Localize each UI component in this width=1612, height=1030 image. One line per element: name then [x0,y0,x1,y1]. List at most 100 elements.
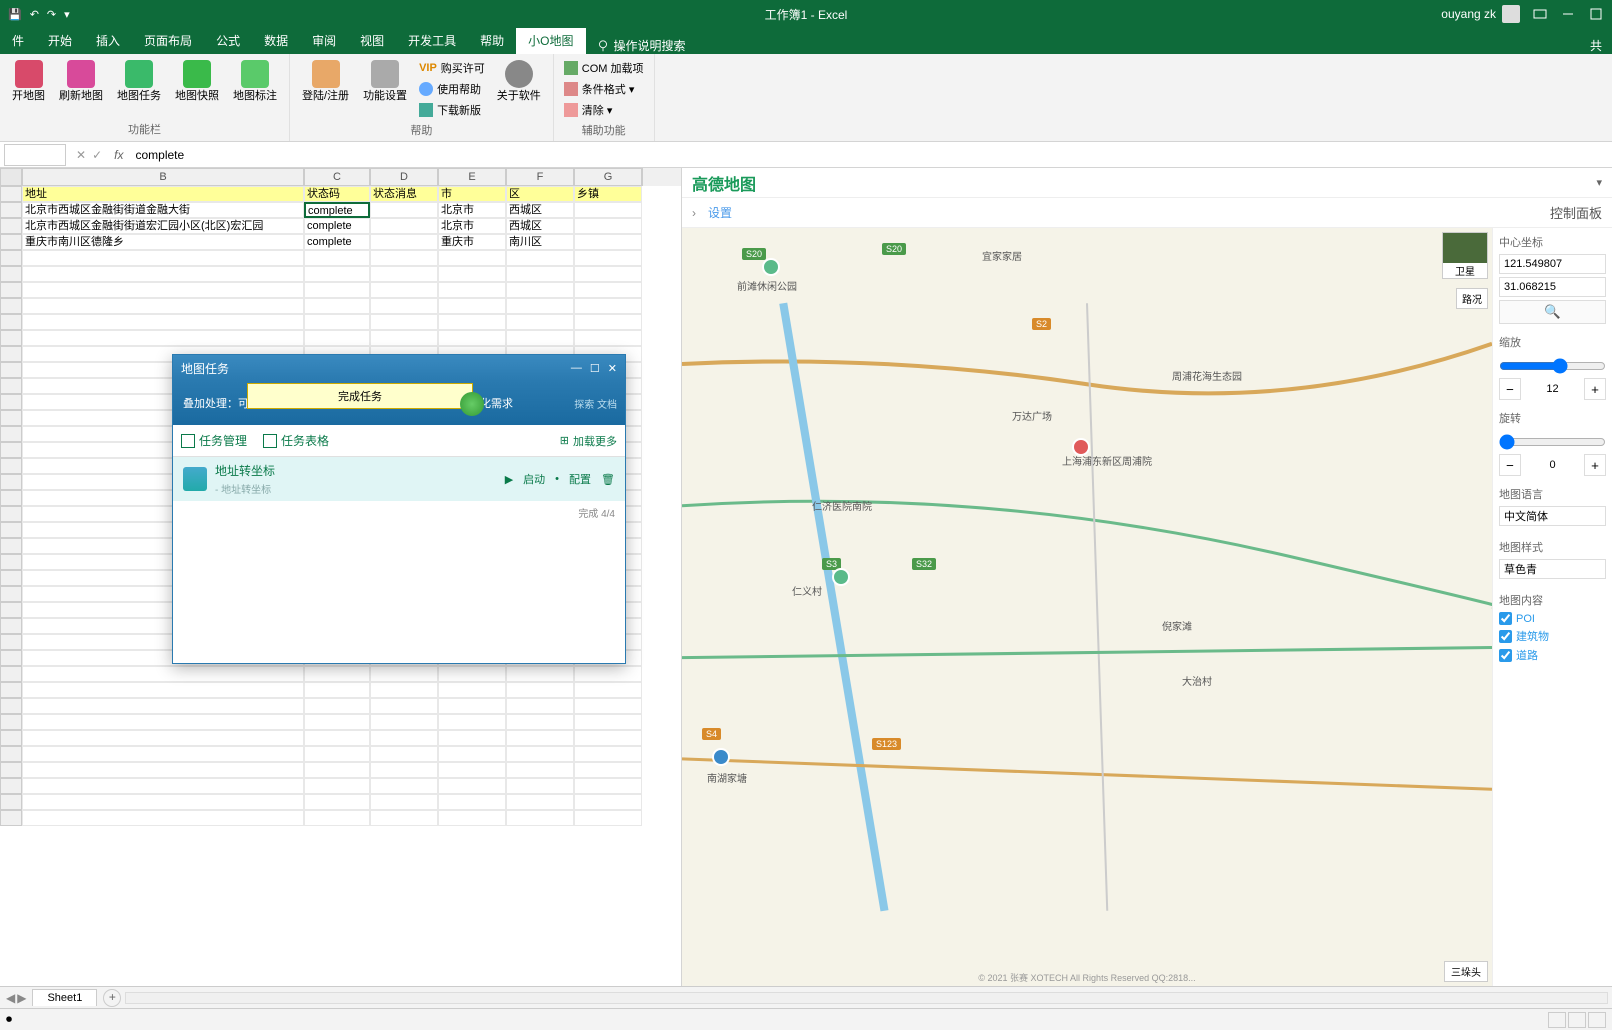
row-header[interactable] [0,266,22,282]
map-canvas[interactable]: S20 S20 S2 S32 S3 S4 S123 前滩休闲公园 宜家家居 周浦… [682,228,1492,986]
cell[interactable] [574,746,642,762]
redo-icon[interactable]: ↷ [47,8,56,21]
open-map-button[interactable]: 开地图 [8,58,49,105]
row-header[interactable] [0,762,22,778]
cell[interactable] [304,762,370,778]
cell[interactable] [438,314,506,330]
cell[interactable]: 北京市西城区金融街街道金融大街 [22,202,304,218]
cell[interactable]: 西城区 [506,218,574,234]
refresh-map-button[interactable]: 刷新地图 [55,58,107,105]
cell[interactable] [506,762,574,778]
cell[interactable] [304,330,370,346]
dialog-maximize-icon[interactable]: ☐ [590,362,600,375]
cell[interactable] [506,266,574,282]
clear-button[interactable]: 清除 ▾ [562,100,646,120]
cell[interactable] [506,298,574,314]
cell[interactable] [438,666,506,682]
sheet-next-icon[interactable]: ▶ [17,991,26,1005]
row-header[interactable] [0,330,22,346]
style-select[interactable] [1499,559,1606,579]
row-header[interactable] [0,298,22,314]
cell[interactable] [438,298,506,314]
tab-task-manage[interactable]: 任务管理 [181,432,247,449]
page-break-icon[interactable] [1588,1012,1606,1028]
row-header[interactable] [0,586,22,602]
cell[interactable]: 北京市 [438,218,506,234]
cell[interactable] [574,778,642,794]
lang-select[interactable] [1499,506,1606,526]
cell[interactable]: 重庆市南川区德隆乡 [22,234,304,250]
cell[interactable] [574,202,642,218]
cell[interactable] [370,794,438,810]
cell[interactable] [22,266,304,282]
row-header[interactable] [0,778,22,794]
cell[interactable] [574,234,642,250]
tab-help[interactable]: 帮助 [468,27,516,54]
record-macro-icon[interactable]: ⏺ [6,1012,12,1027]
row-header[interactable] [0,746,22,762]
longitude-input[interactable] [1499,254,1606,274]
undo-icon[interactable]: ↶ [30,8,39,21]
use-help-button[interactable]: 使用帮助 [417,79,487,99]
cell[interactable] [438,266,506,282]
cell[interactable] [574,682,642,698]
cell[interactable] [574,698,642,714]
cell[interactable] [506,314,574,330]
buy-license-button[interactable]: VIP购买许可 [417,58,487,78]
row-header[interactable] [0,570,22,586]
cell[interactable] [370,698,438,714]
cell[interactable] [574,730,642,746]
formula-input[interactable] [129,148,1612,162]
tab-data[interactable]: 数据 [252,27,300,54]
cell[interactable] [22,778,304,794]
cell[interactable] [438,746,506,762]
cell[interactable] [574,282,642,298]
cell[interactable] [370,762,438,778]
poi-park-icon[interactable] [832,568,850,586]
rotate-ccw-button[interactable]: − [1499,454,1521,476]
tab-xiao-o-map[interactable]: 小O地图 [516,27,585,54]
cell[interactable] [438,762,506,778]
cell[interactable] [574,298,642,314]
row-header[interactable] [0,410,22,426]
page-layout-icon[interactable] [1568,1012,1586,1028]
cell[interactable] [506,730,574,746]
about-button[interactable]: 关于软件 [493,58,545,105]
cell[interactable] [304,730,370,746]
cell[interactable] [304,778,370,794]
cell[interactable] [438,778,506,794]
cell[interactable] [438,794,506,810]
sheet-nav[interactable]: ◀▶ [0,991,32,1005]
row-header[interactable] [0,362,22,378]
row-header[interactable] [0,810,22,826]
maximize-icon[interactable] [1588,6,1604,22]
cell[interactable] [574,714,642,730]
traffic-toggle[interactable]: 路况 [1456,288,1488,309]
latitude-input[interactable] [1499,277,1606,297]
cell[interactable] [304,682,370,698]
cell[interactable] [370,266,438,282]
row-header[interactable] [0,186,22,202]
horizontal-scrollbar[interactable] [125,992,1608,1004]
cell[interactable] [370,234,438,250]
cell[interactable]: 西城区 [506,202,574,218]
cell[interactable] [370,730,438,746]
cell[interactable] [304,746,370,762]
cell[interactable] [304,698,370,714]
cell[interactable] [506,714,574,730]
vertical-scrollbar[interactable] [642,168,658,186]
cell[interactable] [22,250,304,266]
row-header[interactable] [0,378,22,394]
cell-selected[interactable]: complete [304,202,370,218]
cell[interactable] [574,218,642,234]
row-header[interactable] [0,442,22,458]
row-header[interactable] [0,794,22,810]
row-header[interactable] [0,538,22,554]
sheet-prev-icon[interactable]: ◀ [6,991,15,1005]
cell[interactable] [304,810,370,826]
row-header[interactable] [0,634,22,650]
cell[interactable] [22,330,304,346]
sheet-tab-1[interactable]: Sheet1 [32,989,97,1006]
row-header[interactable] [0,218,22,234]
cell-header-msg[interactable]: 状态消息 [370,186,438,202]
